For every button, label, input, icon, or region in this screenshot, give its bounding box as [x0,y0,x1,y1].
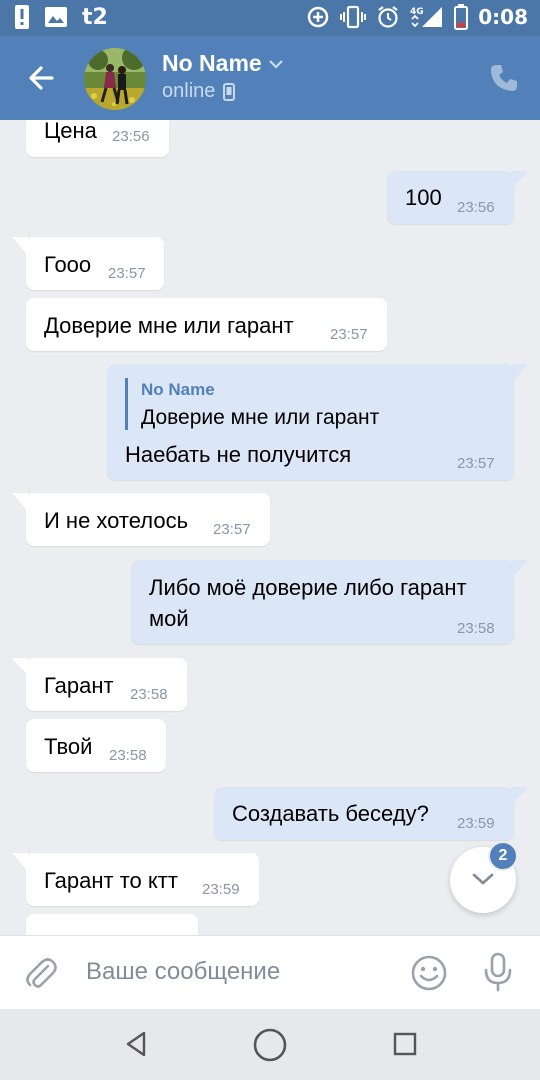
message-text: Твой [44,734,93,759]
smile-icon[interactable] [410,954,448,992]
message-text-line-1: Либо моё доверие либо гарант [149,575,467,600]
message-bubble-in[interactable]: Гарант 23:58 [12,658,187,711]
avatar[interactable] [84,48,146,110]
status-time: 0:08 [478,5,528,29]
message-bubble-in[interactable]: Твой 23:58 [26,719,166,772]
alarm-icon [376,5,400,29]
nav-recents-icon[interactable] [392,1031,418,1057]
message-input[interactable]: Ваше сообщение [86,958,280,986]
data-saver-icon [306,5,330,29]
message-time: 23:57 [108,265,146,282]
message-text: Гарант [44,673,114,698]
unread-count-badge: 2 [488,841,518,871]
message-list[interactable]: Цена 23:56 100 23:56 Гооо 23:57 Доверие … [0,120,540,935]
message-time: 23:59 [202,881,240,898]
message-text: 100 [405,185,442,210]
message-text-line-2: мой [149,606,189,631]
message-time: 23:59 [457,815,495,832]
carrier-label: t2 [82,4,108,30]
message-bubble-in[interactable]: Гарант то ктт 23:59 [12,853,259,906]
phone-icon[interactable] [488,62,520,94]
vibrate-icon [340,5,367,29]
contact-name[interactable]: No Name [162,50,284,77]
message-time: 23:57 [213,521,251,538]
message-bubble-out[interactable]: Создавать беседу? 23:59 [214,787,528,840]
battery-low-icon [454,4,469,30]
mobile-icon [223,82,236,101]
chevron-down-icon [268,58,284,70]
signal-icon: 4G [410,5,444,29]
message-bubble-out[interactable]: 100 23:56 [387,171,528,224]
message-time: 23:56 [112,128,150,145]
message-time: 23:58 [109,747,147,764]
message-time: 23:58 [457,620,495,637]
system-nav-bar [0,1009,540,1080]
message-bubble-out-reply[interactable]: No Name Доверие мне или гарант Наебать н… [107,364,528,480]
chat-header: No Name online [0,36,540,120]
message-text: И не хотелось [44,508,189,533]
message-text: Гарант то ктт [44,868,178,893]
message-time: 23:56 [457,199,495,216]
message-bubble-in[interactable]: И не хотелось 23:57 [12,493,270,546]
contact-name-text: No Name [162,50,262,76]
message-text: Создавать беседу? [232,801,429,826]
message-input-bar: Ваше сообщение [0,935,540,1009]
reply-author: No Name [141,380,215,399]
message-bubble-in[interactable]: Цена 23:56 [26,120,169,157]
mic-icon[interactable] [482,952,514,992]
nav-home-icon[interactable] [252,1027,288,1063]
message-text: Наебать не получится [125,442,352,467]
nav-back-icon[interactable] [122,1029,152,1059]
image-icon [44,6,68,28]
message-bubble-in[interactable]: Гооо 23:57 [12,237,164,290]
message-bubble-in[interactable]: Доверие мне или гарант 23:57 [26,298,387,351]
back-arrow-icon[interactable] [22,58,62,98]
alert-icon [14,4,30,30]
reply-text: Доверие мне или гарант [141,406,380,429]
message-bubble-in-partial[interactable] [26,914,198,935]
svg-text:4G: 4G [410,7,424,17]
reply-quote-bar [125,378,128,430]
message-time: 23:58 [130,686,168,703]
message-text: Цена [44,120,97,143]
message-time: 23:57 [457,455,495,472]
message-time: 23:57 [330,326,368,343]
chevron-down-icon [471,871,495,887]
message-bubble-out[interactable]: Либо моё доверие либо гарант мой 23:58 [131,560,528,644]
status-text: online [162,80,216,102]
status-bar: t2 4G 0:08 [0,0,540,36]
message-text: Доверие мне или гарант [44,313,294,338]
contact-status: online [162,80,236,103]
message-text: Гооо [44,252,92,277]
paperclip-icon[interactable] [22,954,60,992]
